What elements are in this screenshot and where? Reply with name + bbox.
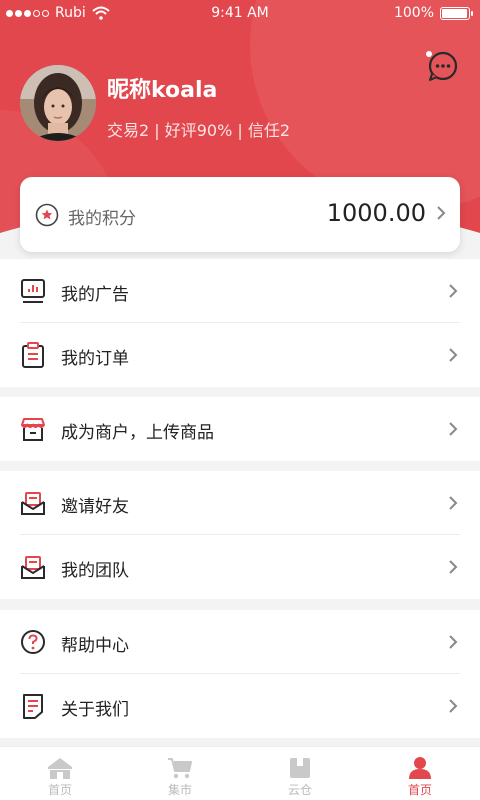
- chevron-right-icon: [449, 284, 458, 298]
- menu-item-invite[interactable]: 邀请好友: [0, 471, 480, 535]
- nickname: 昵称koala: [107, 78, 218, 103]
- chevron-right-icon: [449, 635, 458, 649]
- help-icon: [21, 630, 45, 654]
- tab-profile[interactable]: 首页: [360, 747, 480, 800]
- about-document-icon: [23, 694, 43, 719]
- user-icon: [409, 757, 431, 779]
- home-icon: [48, 758, 72, 779]
- points-value: 1000.00: [326, 199, 426, 227]
- menu-group-merchant: 成为商户，上传商品: [0, 397, 480, 461]
- menu-group-support: 帮助中心 关于我们: [0, 610, 480, 738]
- status-right: 100%: [393, 5, 473, 21]
- tab-label: 首页: [407, 783, 432, 797]
- clipboard-icon: [22, 342, 44, 368]
- menu-item-label: 邀请好友: [61, 497, 129, 517]
- menu-item-label: 我的广告: [61, 285, 129, 305]
- invite-envelope-icon: [21, 492, 45, 515]
- team-envelope-icon: [21, 556, 45, 579]
- avatar[interactable]: [20, 65, 96, 141]
- battery-percent: 100%: [393, 5, 434, 21]
- tab-bar: 首页 集市 云仓 首页: [0, 746, 480, 800]
- chevron-right-icon: [449, 496, 458, 510]
- warehouse-icon: [290, 758, 310, 778]
- status-bar: Rubi 9:41 AM 100%: [0, 0, 480, 28]
- shop-icon: [21, 418, 45, 441]
- chevron-right-icon: [449, 348, 458, 362]
- avatar-image: [20, 65, 96, 141]
- chevron-right-icon: [449, 422, 458, 436]
- message-icon[interactable]: [423, 48, 459, 84]
- chevron-right-icon: [449, 560, 458, 574]
- menu-item-label: 关于我们: [61, 700, 129, 720]
- chevron-right-icon: [437, 206, 446, 220]
- ad-monitor-icon: [21, 279, 45, 303]
- menu-item-ads[interactable]: 我的广告: [0, 259, 480, 323]
- menu-item-merchant[interactable]: 成为商户，上传商品: [0, 397, 480, 461]
- cart-icon: [168, 758, 192, 779]
- tab-label: 首页: [47, 783, 72, 797]
- menu-item-label: 我的团队: [61, 561, 129, 581]
- menu-group-orders: 我的广告 我的订单: [0, 259, 480, 387]
- tab-label: 集市: [167, 783, 192, 797]
- points-label: 我的积分: [68, 209, 136, 229]
- menu-item-label: 我的订单: [61, 349, 129, 369]
- menu-item-team[interactable]: 我的团队: [0, 535, 480, 599]
- menu-item-label: 帮助中心: [61, 636, 129, 656]
- menu-item-orders[interactable]: 我的订单: [0, 323, 480, 387]
- chevron-right-icon: [449, 699, 458, 713]
- tab-label: 云仓: [287, 783, 312, 797]
- menu-item-label: 成为商户，上传商品: [61, 423, 214, 443]
- battery-icon: [440, 6, 473, 20]
- points-card[interactable]: 我的积分 1000.00: [20, 177, 460, 252]
- user-stats: 交易2 | 好评90% | 信任2: [107, 121, 291, 140]
- menu-item-about[interactable]: 关于我们: [0, 674, 480, 738]
- star-icon: [35, 203, 59, 227]
- tab-home[interactable]: 首页: [0, 747, 120, 800]
- menu-item-help[interactable]: 帮助中心: [0, 610, 480, 674]
- menu-group-social: 邀请好友 我的团队: [0, 471, 480, 599]
- tab-warehouse[interactable]: 云仓: [240, 747, 360, 800]
- tab-market[interactable]: 集市: [120, 747, 240, 800]
